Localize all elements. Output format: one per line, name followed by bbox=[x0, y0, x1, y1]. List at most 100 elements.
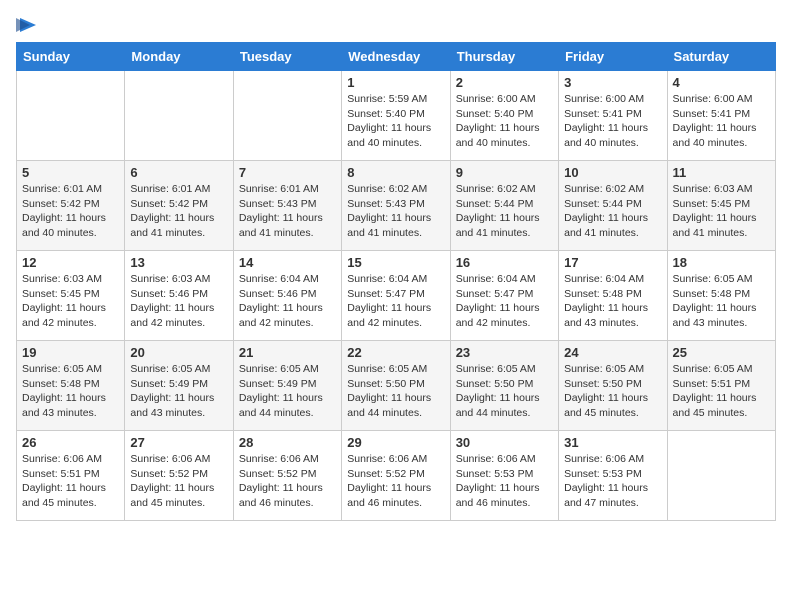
cell-info: Sunrise: 6:06 AMSunset: 5:52 PMDaylight:… bbox=[239, 452, 336, 511]
calendar-cell: 3 Sunrise: 6:00 AMSunset: 5:41 PMDaylight… bbox=[559, 71, 667, 161]
col-header-friday: Friday bbox=[559, 43, 667, 71]
day-number: 23 bbox=[456, 345, 553, 360]
cell-info: Sunrise: 6:06 AMSunset: 5:52 PMDaylight:… bbox=[347, 452, 444, 511]
cell-info: Sunrise: 6:06 AMSunset: 5:53 PMDaylight:… bbox=[456, 452, 553, 511]
calendar-cell: 5Sunrise: 6:01 AMSunset: 5:42 PMDaylight… bbox=[17, 161, 125, 251]
day-number: 5 bbox=[22, 165, 119, 180]
calendar-cell: 4 Sunrise: 6:00 AMSunset: 5:41 PMDaylight… bbox=[667, 71, 775, 161]
cell-info: Sunrise: 6:00 AMSunset: 5:41 PMDaylight:… bbox=[564, 92, 661, 151]
cell-info: Sunrise: 6:03 AMSunset: 5:46 PMDaylight:… bbox=[130, 272, 227, 331]
col-header-thursday: Thursday bbox=[450, 43, 558, 71]
cell-info: Sunrise: 6:05 AMSunset: 5:51 PMDaylight:… bbox=[673, 362, 770, 421]
cell-info: Sunrise: 6:05 AMSunset: 5:50 PMDaylight:… bbox=[564, 362, 661, 421]
header-row: SundayMondayTuesdayWednesdayThursdayFrid… bbox=[17, 43, 776, 71]
cell-info: Sunrise: 6:01 AMSunset: 5:43 PMDaylight:… bbox=[239, 182, 336, 241]
day-number: 14 bbox=[239, 255, 336, 270]
col-header-saturday: Saturday bbox=[667, 43, 775, 71]
cell-info: Sunrise: 6:03 AMSunset: 5:45 PMDaylight:… bbox=[673, 182, 770, 241]
calendar-cell: 23 Sunrise: 6:05 AMSunset: 5:50 PMDayligh… bbox=[450, 341, 558, 431]
calendar-cell: 22 Sunrise: 6:05 AMSunset: 5:50 PMDayligh… bbox=[342, 341, 450, 431]
day-number: 13 bbox=[130, 255, 227, 270]
day-number: 3 bbox=[564, 75, 661, 90]
calendar-cell: 16 Sunrise: 6:04 AMSunset: 5:47 PMDayligh… bbox=[450, 251, 558, 341]
calendar-cell bbox=[667, 431, 775, 521]
calendar-cell: 17 Sunrise: 6:04 AMSunset: 5:48 PMDayligh… bbox=[559, 251, 667, 341]
col-header-sunday: Sunday bbox=[17, 43, 125, 71]
day-number: 30 bbox=[456, 435, 553, 450]
calendar-cell: 12 Sunrise: 6:03 AMSunset: 5:45 PMDayligh… bbox=[17, 251, 125, 341]
calendar-cell bbox=[17, 71, 125, 161]
cell-info: Sunrise: 6:04 AMSunset: 5:48 PMDaylight:… bbox=[564, 272, 661, 331]
cell-info: Sunrise: 6:02 AMSunset: 5:44 PMDaylight:… bbox=[564, 182, 661, 241]
calendar-cell: 2 Sunrise: 6:00 AMSunset: 5:40 PMDaylight… bbox=[450, 71, 558, 161]
col-header-monday: Monday bbox=[125, 43, 233, 71]
cell-info: Sunrise: 6:04 AMSunset: 5:47 PMDaylight:… bbox=[347, 272, 444, 331]
day-number: 2 bbox=[456, 75, 553, 90]
calendar-cell: 24 Sunrise: 6:05 AMSunset: 5:50 PMDayligh… bbox=[559, 341, 667, 431]
day-number: 31 bbox=[564, 435, 661, 450]
calendar-cell: 28 Sunrise: 6:06 AMSunset: 5:52 PMDayligh… bbox=[233, 431, 341, 521]
calendar-cell bbox=[233, 71, 341, 161]
day-number: 24 bbox=[564, 345, 661, 360]
calendar-cell: 6 Sunrise: 6:01 AMSunset: 5:42 PMDaylight… bbox=[125, 161, 233, 251]
day-number: 25 bbox=[673, 345, 770, 360]
calendar-cell: 11 Sunrise: 6:03 AMSunset: 5:45 PMDayligh… bbox=[667, 161, 775, 251]
day-number: 12 bbox=[22, 255, 119, 270]
cell-info: Sunrise: 6:06 AMSunset: 5:52 PMDaylight:… bbox=[130, 452, 227, 511]
cell-info: Sunrise: 6:05 AMSunset: 5:48 PMDaylight:… bbox=[22, 362, 119, 421]
day-number: 26 bbox=[22, 435, 119, 450]
calendar-cell: 20 Sunrise: 6:05 AMSunset: 5:49 PMDayligh… bbox=[125, 341, 233, 431]
calendar-table: SundayMondayTuesdayWednesdayThursdayFrid… bbox=[16, 42, 776, 521]
calendar-cell: 27 Sunrise: 6:06 AMSunset: 5:52 PMDayligh… bbox=[125, 431, 233, 521]
calendar-cell bbox=[125, 71, 233, 161]
day-number: 27 bbox=[130, 435, 227, 450]
day-number: 17 bbox=[564, 255, 661, 270]
calendar-cell: 31 Sunrise: 6:06 AMSunset: 5:53 PMDayligh… bbox=[559, 431, 667, 521]
cell-info: Sunrise: 6:00 AMSunset: 5:41 PMDaylight:… bbox=[673, 92, 770, 151]
col-header-wednesday: Wednesday bbox=[342, 43, 450, 71]
day-number: 22 bbox=[347, 345, 444, 360]
day-number: 28 bbox=[239, 435, 336, 450]
day-number: 10 bbox=[564, 165, 661, 180]
cell-info: Sunrise: 6:00 AMSunset: 5:40 PMDaylight:… bbox=[456, 92, 553, 151]
day-number: 20 bbox=[130, 345, 227, 360]
day-number: 29 bbox=[347, 435, 444, 450]
day-number: 1 bbox=[347, 75, 444, 90]
week-row-2: 5 Sunrise: 6:01 AMSunset: 5:42 PMDaylight… bbox=[17, 161, 776, 251]
calendar-cell: 19 Sunrise: 6:05 AMSunset: 5:48 PMDayligh… bbox=[17, 341, 125, 431]
logo-icon bbox=[16, 16, 38, 34]
col-header-tuesday: Tuesday bbox=[233, 43, 341, 71]
cell-info: Sunrise: 6:05 AMSunset: 5:50 PMDaylight:… bbox=[456, 362, 553, 421]
calendar-cell: 1Sunrise: 5:59 AMSunset: 5:40 PMDaylight… bbox=[342, 71, 450, 161]
day-number: 19 bbox=[22, 345, 119, 360]
calendar-cell: 15Sunrise: 6:04 AMSunset: 5:47 PMDayligh… bbox=[342, 251, 450, 341]
day-number: 18 bbox=[673, 255, 770, 270]
cell-info: Sunrise: 6:05 AMSunset: 5:49 PMDaylight:… bbox=[130, 362, 227, 421]
calendar-cell: 9Sunrise: 6:02 AMSunset: 5:44 PMDaylight… bbox=[450, 161, 558, 251]
week-row-3: 12 Sunrise: 6:03 AMSunset: 5:45 PMDayligh… bbox=[17, 251, 776, 341]
calendar-cell: 13 Sunrise: 6:03 AMSunset: 5:46 PMDayligh… bbox=[125, 251, 233, 341]
calendar-cell: 8 Sunrise: 6:02 AMSunset: 5:43 PMDaylight… bbox=[342, 161, 450, 251]
day-number: 6 bbox=[130, 165, 227, 180]
cell-info: Sunrise: 6:04 AMSunset: 5:47 PMDaylight:… bbox=[456, 272, 553, 331]
calendar-cell: 14 Sunrise: 6:04 AMSunset: 5:46 PMDayligh… bbox=[233, 251, 341, 341]
cell-info: Sunrise: 6:02 AMSunset: 5:43 PMDaylight:… bbox=[347, 182, 444, 241]
calendar-cell: 29 Sunrise: 6:06 AMSunset: 5:52 PMDayligh… bbox=[342, 431, 450, 521]
cell-info: Sunrise: 6:05 AMSunset: 5:48 PMDaylight:… bbox=[673, 272, 770, 331]
cell-info: Sunrise: 6:03 AMSunset: 5:45 PMDaylight:… bbox=[22, 272, 119, 331]
day-number: 8 bbox=[347, 165, 444, 180]
calendar-cell: 25 Sunrise: 6:05 AMSunset: 5:51 PMDayligh… bbox=[667, 341, 775, 431]
week-row-5: 26Sunrise: 6:06 AMSunset: 5:51 PMDayligh… bbox=[17, 431, 776, 521]
cell-info: Sunrise: 6:01 AMSunset: 5:42 PMDaylight:… bbox=[130, 182, 227, 241]
cell-info: Sunrise: 6:04 AMSunset: 5:46 PMDaylight:… bbox=[239, 272, 336, 331]
calendar-cell: 21 Sunrise: 6:05 AMSunset: 5:49 PMDayligh… bbox=[233, 341, 341, 431]
day-number: 4 bbox=[673, 75, 770, 90]
cell-info: Sunrise: 6:06 AMSunset: 5:53 PMDaylight:… bbox=[564, 452, 661, 511]
day-number: 21 bbox=[239, 345, 336, 360]
day-number: 16 bbox=[456, 255, 553, 270]
day-number: 11 bbox=[673, 165, 770, 180]
cell-info: Sunrise: 6:05 AMSunset: 5:50 PMDaylight:… bbox=[347, 362, 444, 421]
calendar-cell: 26Sunrise: 6:06 AMSunset: 5:51 PMDayligh… bbox=[17, 431, 125, 521]
cell-info: Sunrise: 6:05 AMSunset: 5:49 PMDaylight:… bbox=[239, 362, 336, 421]
calendar-cell: 7Sunrise: 6:01 AMSunset: 5:43 PMDaylight… bbox=[233, 161, 341, 251]
